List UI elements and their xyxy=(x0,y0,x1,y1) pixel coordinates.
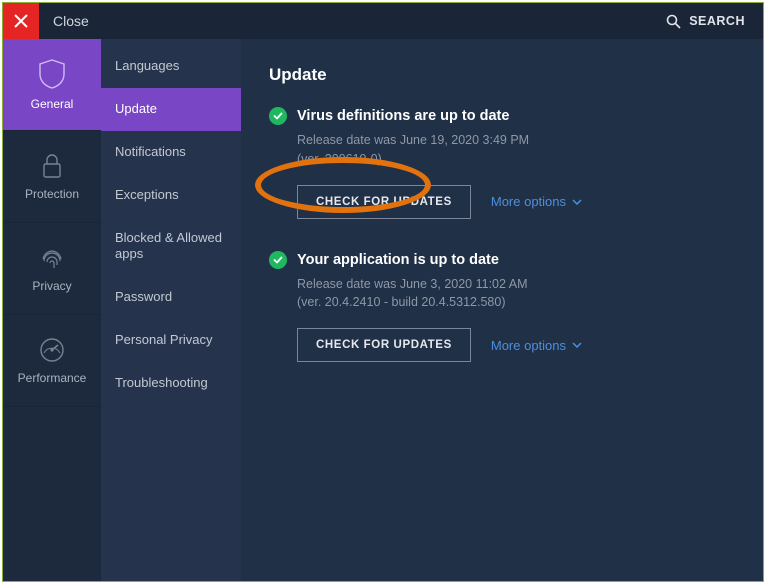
update-section-virus-defs: Virus definitions are up to date Release… xyxy=(269,107,735,219)
rail-item-label: Privacy xyxy=(32,279,71,293)
category-rail: General Protection Privacy Performance xyxy=(3,39,101,581)
chevron-down-icon xyxy=(572,342,582,348)
rail-item-protection[interactable]: Protection xyxy=(3,131,101,223)
search-button[interactable]: SEARCH xyxy=(666,14,745,29)
release-date: Release date was June 3, 2020 11:02 AM xyxy=(297,275,735,294)
more-options-label: More options xyxy=(491,194,566,209)
search-icon xyxy=(666,14,681,29)
body: General Protection Privacy Performance L… xyxy=(3,39,763,581)
rail-item-label: Protection xyxy=(25,187,79,201)
rail-item-label: General xyxy=(31,97,74,111)
rail-item-general[interactable]: General xyxy=(3,39,101,131)
subnav-item-update[interactable]: Update xyxy=(101,88,241,131)
check-for-updates-button[interactable]: CHECK FOR UPDATES xyxy=(297,328,471,362)
rail-item-privacy[interactable]: Privacy xyxy=(3,223,101,315)
check-icon xyxy=(269,107,287,125)
subnav-item-troubleshooting[interactable]: Troubleshooting xyxy=(101,362,241,405)
rail-item-label: Performance xyxy=(18,371,87,385)
section-title: Virus definitions are up to date xyxy=(297,108,509,124)
subnav-item-exceptions[interactable]: Exceptions xyxy=(101,174,241,217)
main-content: Update Virus definitions are up to date … xyxy=(241,39,763,581)
gauge-icon xyxy=(39,337,65,363)
lock-icon xyxy=(41,153,63,179)
more-options-link[interactable]: More options xyxy=(491,338,582,353)
chevron-down-icon xyxy=(572,199,582,205)
check-for-updates-button[interactable]: CHECK FOR UPDATES xyxy=(297,185,471,219)
update-section-application: Your application is up to date Release d… xyxy=(269,251,735,363)
settings-subnav: Languages Update Notifications Exception… xyxy=(101,39,241,581)
close-label: Close xyxy=(53,13,89,29)
fingerprint-icon xyxy=(39,245,65,271)
close-button[interactable] xyxy=(3,3,39,39)
top-bar: Close SEARCH xyxy=(3,3,763,39)
more-options-link[interactable]: More options xyxy=(491,194,582,209)
subnav-item-personal-privacy[interactable]: Personal Privacy xyxy=(101,319,241,362)
release-date: Release date was June 19, 2020 3:49 PM xyxy=(297,131,735,150)
more-options-label: More options xyxy=(491,338,566,353)
rail-item-performance[interactable]: Performance xyxy=(3,315,101,407)
x-icon xyxy=(14,14,28,28)
page-title: Update xyxy=(269,65,735,85)
release-info: Release date was June 19, 2020 3:49 PM (… xyxy=(297,131,735,169)
app-window: Close SEARCH General Protection Privacy xyxy=(2,2,764,582)
subnav-item-blocked-allowed[interactable]: Blocked & Allowed apps xyxy=(101,217,241,277)
subnav-item-password[interactable]: Password xyxy=(101,276,241,319)
release-version: (ver. 20.4.2410 - build 20.4.5312.580) xyxy=(297,293,735,312)
subnav-item-languages[interactable]: Languages xyxy=(101,45,241,88)
subnav-item-notifications[interactable]: Notifications xyxy=(101,131,241,174)
check-icon xyxy=(269,251,287,269)
shield-icon xyxy=(39,59,65,89)
section-title: Your application is up to date xyxy=(297,252,499,268)
release-version: (ver. 200619-0) xyxy=(297,150,735,169)
search-label: SEARCH xyxy=(689,14,745,28)
release-info: Release date was June 3, 2020 11:02 AM (… xyxy=(297,275,735,313)
